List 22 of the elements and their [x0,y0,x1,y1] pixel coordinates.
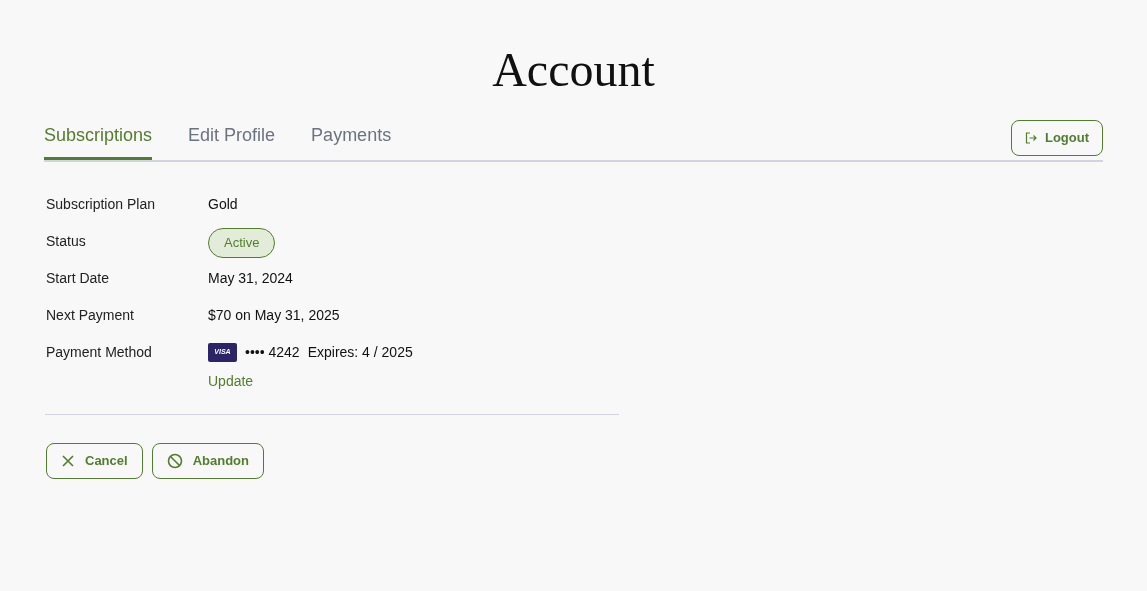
ban-icon [166,453,183,469]
close-icon [61,454,75,468]
field-value: Gold [208,195,238,214]
cancel-button[interactable]: Cancel [46,443,143,479]
field-label: Subscription Plan [46,195,156,214]
field-value: $70 on May 31, 2025 [208,306,340,325]
field-label: Payment Method [46,343,153,362]
status-badge: Active [208,228,276,258]
field-value: May 31, 2024 [208,269,293,288]
logout-button[interactable]: Logout [1010,120,1103,156]
field-label: Next Payment [46,306,135,325]
card-expiry: Expires: 4 / 2025 [307,343,413,362]
update-link[interactable]: Update [208,371,413,392]
tab[interactable]: Edit Profile [188,114,276,160]
page-title: Account [492,42,655,98]
field-label: Status [46,232,87,251]
abandon-button[interactable]: Abandon [151,443,264,479]
field-label: Start Date [46,269,111,288]
card-number: •••• 4242 [245,343,300,362]
logout-icon [1024,132,1037,144]
tab[interactable]: Payments [311,114,392,160]
tab[interactable]: Subscriptions [44,114,153,160]
